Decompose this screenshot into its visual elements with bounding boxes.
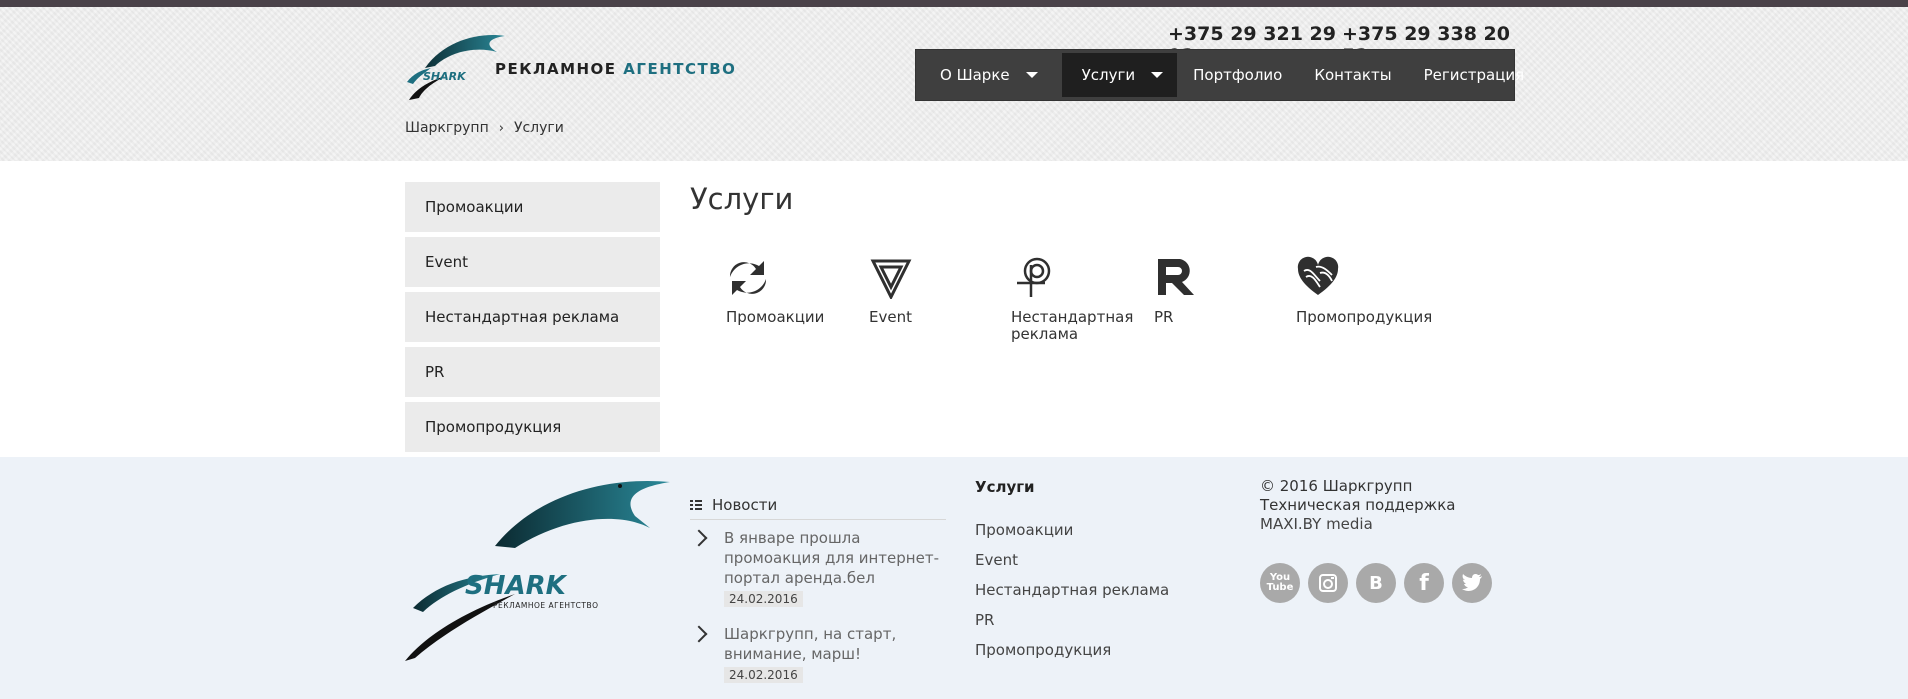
- footer-link-event[interactable]: Event: [975, 551, 1169, 581]
- svg-text:РЕКЛАМНОЕ АГЕНТСТВО: РЕКЛАМНОЕ АГЕНТСТВО: [493, 601, 599, 610]
- footer-link-promoproducts[interactable]: Промопродукция: [975, 641, 1169, 671]
- footer-services-list: Промоакции Event Нестандартная реклама P…: [975, 521, 1169, 671]
- sidebar: Промоакции Event Нестандартная реклама P…: [405, 182, 660, 457]
- caret-down-icon: [1151, 72, 1164, 78]
- sidebar-item-pr[interactable]: PR: [405, 347, 660, 397]
- copyright-block: © 2016 Шаркгрупп Техническая поддержка M…: [1260, 477, 1520, 534]
- header-logo[interactable]: SHARK РЕКЛАМНОЕ АГЕНТСТВО: [405, 30, 750, 102]
- sidebar-item-promo[interactable]: Промоакции: [405, 182, 660, 232]
- shark-logo-icon: SHARK РЕКЛАМНОЕ АГЕНТСТВО: [405, 480, 670, 661]
- news-heading: Новости: [690, 496, 946, 520]
- nav-item-label: Регистрация: [1423, 66, 1525, 84]
- list-icon: [690, 500, 702, 510]
- footer-link-pr[interactable]: PR: [975, 611, 1169, 641]
- pr-letter-icon: [1158, 259, 1194, 295]
- instagram-icon[interactable]: [1308, 563, 1348, 603]
- vk-icon[interactable]: В: [1356, 563, 1396, 603]
- heart-lines-icon: [1297, 256, 1339, 295]
- nav-item-portfolio[interactable]: Портфолио: [1177, 53, 1298, 97]
- breadcrumb: Шаркгрупп › Услуги: [405, 120, 564, 136]
- sidebar-item-event[interactable]: Event: [405, 237, 660, 287]
- chevron-right-icon: [690, 529, 708, 547]
- service-pr[interactable]: PR: [1154, 255, 1294, 326]
- news-date: 24.02.2016: [724, 591, 803, 607]
- nav-item-contacts[interactable]: Контакты: [1298, 53, 1407, 97]
- nav-item-label: Контакты: [1314, 66, 1392, 84]
- news-item[interactable]: Шаркгрупп, на старт, внимание, марш! 24.…: [690, 624, 950, 683]
- main-nav: О Шарке Услуги Портфолио Контакты Регист…: [915, 49, 1524, 101]
- nav-item-about[interactable]: О Шарке: [940, 53, 1054, 97]
- breadcrumb-separator: ›: [498, 120, 504, 136]
- breadcrumb-current: Услуги: [513, 120, 564, 136]
- sidebar-item-nonstandard[interactable]: Нестандартная реклама: [405, 292, 660, 342]
- service-promo[interactable]: Промоакции: [726, 255, 866, 326]
- promo-swirl-icon: [729, 261, 767, 295]
- service-event[interactable]: Event: [869, 255, 1009, 326]
- copyright-text: © 2016 Шаркгрупп: [1260, 477, 1413, 495]
- news-text[interactable]: В январе прошла промоакция для интернет-…: [724, 528, 950, 588]
- svg-text:SHARK: SHARK: [423, 70, 467, 83]
- nav-item-label: О Шарке: [940, 66, 1010, 84]
- footer-services-title: Услуги: [975, 478, 1035, 496]
- support-text: Техническая поддержка MAXI.BY media: [1260, 496, 1456, 533]
- news-date: 24.02.2016: [724, 667, 803, 683]
- twitter-icon[interactable]: [1452, 563, 1492, 603]
- logo-tagline: РЕКЛАМНОЕ АГЕНТСТВО: [495, 60, 737, 78]
- footer-link-promo[interactable]: Промоакции: [975, 521, 1169, 551]
- service-label: Event: [869, 308, 912, 326]
- youtube-icon[interactable]: You Tube: [1260, 563, 1300, 603]
- top-bar: [0, 0, 1908, 7]
- nav-item-label: Портфолио: [1193, 66, 1283, 84]
- news-title: Новости: [712, 496, 778, 514]
- news-item[interactable]: В январе прошла промоакция для интернет-…: [690, 528, 950, 607]
- social-links: You Tube В f: [1260, 563, 1492, 603]
- caret-down-icon: [1025, 72, 1038, 78]
- page-title: Услуги: [690, 182, 794, 216]
- nonstandard-ad-icon: [1017, 257, 1051, 297]
- service-nonstandard[interactable]: Нестандартная реклама: [1011, 255, 1151, 343]
- nav-item-label: Услуги: [1081, 66, 1136, 84]
- breadcrumb-home[interactable]: Шаркгрупп: [405, 120, 489, 136]
- event-triangle-icon: [870, 259, 912, 299]
- service-label: Промоакции: [726, 308, 825, 326]
- service-label: Нестандартная реклама: [1011, 308, 1134, 343]
- news-text[interactable]: Шаркгрупп, на старт, внимание, марш!: [724, 624, 950, 664]
- nav-item-services[interactable]: Услуги: [1061, 53, 1178, 97]
- support-link[interactable]: MAXI.BY media: [1260, 515, 1373, 533]
- service-label: PR: [1154, 308, 1174, 326]
- nav-item-registration[interactable]: Регистрация: [1408, 53, 1541, 97]
- facebook-icon[interactable]: f: [1404, 563, 1444, 603]
- service-label: Промопродукция: [1296, 308, 1433, 326]
- service-promoproducts[interactable]: Промопродукция: [1296, 255, 1436, 326]
- chevron-right-icon: [690, 625, 708, 643]
- footer: [0, 457, 1908, 699]
- footer-link-nonstandard[interactable]: Нестандартная реклама: [975, 581, 1169, 611]
- footer-logo[interactable]: SHARK РЕКЛАМНОЕ АГЕНТСТВО: [405, 476, 670, 661]
- svg-text:SHARK: SHARK: [465, 571, 568, 601]
- sidebar-item-promoproducts[interactable]: Промопродукция: [405, 402, 660, 452]
